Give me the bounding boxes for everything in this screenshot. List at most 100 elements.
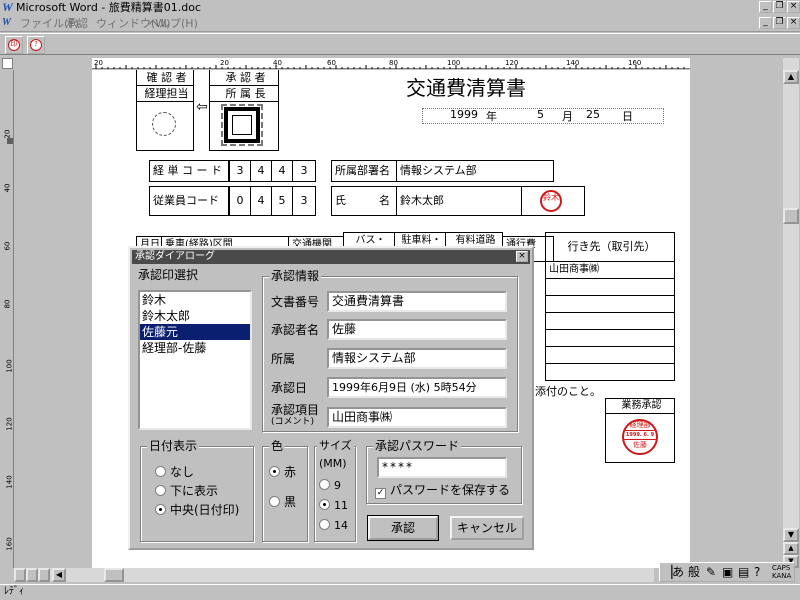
ruler-marker[interactable] [7, 138, 13, 144]
scroll-thumb[interactable] [783, 208, 799, 224]
approve-button[interactable]: 承認 [367, 515, 439, 541]
stamp-option-selected[interactable]: 佐藤元 [140, 324, 250, 340]
window-title: Microsoft Word - 旅費精算書01.doc [16, 1, 202, 14]
doc-close-button[interactable]: × [787, 17, 800, 29]
destination-cell[interactable] [545, 346, 675, 364]
menu-approval[interactable]: 承認 [66, 16, 88, 31]
ime-tool-icon[interactable]: ▣ [722, 563, 733, 581]
dialog-close-button[interactable]: × [516, 251, 528, 262]
layout-view-button[interactable] [26, 568, 38, 582]
name-seal-cell[interactable]: 鈴木 [521, 186, 585, 216]
selected-frame-icon [221, 104, 263, 146]
destination-cell[interactable] [545, 329, 675, 347]
approval-info-group: 承認情報 文書番号 交通費清算書 承認者名 佐藤 所属 情報システム部 承認日 … [262, 269, 518, 432]
doc-number-field[interactable]: 交通費清算書 [327, 291, 507, 312]
save-password-checkbox[interactable]: ✓ パスワードを保存する [375, 483, 510, 499]
vertical-scrollbar[interactable]: ▲ ▼ ▲ ▼ [783, 58, 799, 568]
restore-button[interactable]: ❐ [773, 1, 786, 13]
hscroll-thumb[interactable] [104, 568, 124, 582]
page-margin-gray [14, 70, 92, 568]
ruler-label: 100 [5, 359, 14, 373]
normal-view-button[interactable] [14, 568, 26, 582]
color-black-radio[interactable]: 黒 [269, 495, 296, 509]
destination-cell[interactable] [545, 363, 675, 381]
employee-code-digit[interactable]: 0 [229, 186, 251, 216]
arrow-left-icon: ⇦ [196, 99, 208, 115]
size-9-radio[interactable]: 9 [319, 479, 341, 493]
business-approval-stamp-box[interactable]: 経理部 1999. 6. 9 佐藤 [605, 413, 675, 463]
approver-stamp-box[interactable] [209, 101, 279, 151]
approve-stamp-button[interactable]: 印 [5, 36, 23, 54]
destination-cell[interactable] [545, 278, 675, 296]
approver-name-field[interactable]: 佐藤 [327, 319, 507, 340]
ime-conversion[interactable]: 般 [688, 563, 700, 581]
employee-code-digit[interactable]: 3 [292, 186, 316, 216]
question-stamp-icon: ? [30, 39, 42, 51]
outline-view-button[interactable] [38, 568, 50, 582]
ime-mode[interactable]: あ [672, 563, 684, 581]
destination-cell[interactable]: 山田商事㈱ [545, 261, 675, 279]
ime-help-icon[interactable]: ? [754, 563, 760, 581]
approval-date-label: 承認日 [271, 381, 308, 395]
date-month[interactable]: 5 [537, 108, 544, 121]
verify-stamp-button[interactable]: ? [27, 36, 45, 54]
affiliation-field[interactable]: 情報システム部 [327, 348, 507, 369]
expense-code-digit[interactable]: 3 [292, 160, 316, 182]
ime-toolbar[interactable]: ▕ あ 般 ✎ ▣ ▤ ? CAPS KANA [659, 562, 795, 582]
scroll-up-button[interactable]: ▲ [783, 70, 799, 84]
employee-code-digit[interactable]: 5 [271, 186, 293, 216]
size-14-radio[interactable]: 14 [319, 519, 348, 533]
color-red-radio[interactable]: 赤 [269, 465, 296, 479]
stamp-option[interactable]: 鈴木太郎 [140, 308, 250, 324]
cancel-button[interactable]: キャンセル [450, 516, 524, 540]
name-seal-icon: 鈴木 [540, 190, 562, 212]
doc-minimize-button[interactable]: _ [759, 17, 772, 29]
seal-name: 佐藤 [633, 441, 647, 449]
ime-dict-icon[interactable]: ▤ [738, 563, 749, 581]
stamp-option[interactable]: 鈴木 [140, 292, 250, 308]
status-bar: ﾚﾃﾞｨ [0, 584, 800, 600]
password-field[interactable]: **** [377, 457, 507, 478]
approval-item-field[interactable]: 山田商事㈱ [327, 407, 507, 428]
size-11-radio[interactable]: 11 [319, 499, 348, 513]
horizontal-scrollbar[interactable]: ◀ [14, 568, 654, 582]
dialog-title: 承認ダイアローグ [132, 250, 530, 264]
tab-selector[interactable] [2, 58, 13, 69]
scroll-left-button[interactable]: ◀ [52, 568, 66, 582]
destination-cell[interactable] [545, 295, 675, 313]
doc-icon[interactable]: W [2, 17, 16, 29]
expense-code-digit[interactable]: 4 [271, 160, 293, 182]
expense-code-digit[interactable]: 3 [229, 160, 251, 182]
stamp-listbox[interactable]: 鈴木 鈴木太郎 佐藤元 経理部-佐藤 [138, 290, 252, 430]
minimize-button[interactable]: _ [759, 1, 772, 13]
horizontal-ruler[interactable]: 20 20 40 60 80 100 120 140 160 [92, 58, 690, 69]
vertical-ruler[interactable]: 20 40 60 80 100 120 140 160 [0, 70, 14, 568]
caps-kana-icon[interactable]: CAPS KANA [772, 564, 791, 580]
scroll-down-button[interactable]: ▼ [783, 528, 799, 542]
expense-code-digit[interactable]: 4 [250, 160, 272, 182]
ruler-label: 100 [447, 59, 461, 67]
title-bar: W Microsoft Word - 旅費精算書01.doc _ ❐ × [0, 0, 800, 15]
date-center-radio[interactable]: 中央(日付印) [155, 503, 239, 517]
ruler-label: 60 [3, 241, 12, 251]
ruler-label: 120 [5, 417, 14, 431]
employee-code-digit[interactable]: 4 [250, 186, 272, 216]
prev-page-button[interactable]: ▲ [783, 542, 799, 555]
date-year[interactable]: 1999 [450, 108, 478, 121]
dept-value[interactable]: 情報システム部 [396, 160, 554, 182]
destination-cell[interactable] [545, 312, 675, 330]
ime-grip-icon[interactable]: ▕ [663, 563, 672, 581]
approval-date-field[interactable]: 1999年6月9日 (水) 5時54分 [327, 377, 507, 398]
confirmer-stamp-box[interactable] [136, 101, 194, 151]
year-unit: 年 [486, 110, 497, 123]
date-none-radio[interactable]: なし [155, 465, 194, 479]
ime-pad-icon[interactable]: ✎ [706, 563, 716, 581]
menu-help[interactable]: ヘルプ(H) [148, 16, 198, 31]
date-below-radio[interactable]: 下に表示 [155, 484, 218, 498]
date-day[interactable]: 25 [586, 108, 600, 121]
doc-restore-button[interactable]: ❐ [773, 17, 786, 29]
close-button[interactable]: × [787, 1, 800, 13]
name-value[interactable]: 鈴木太郎 [396, 186, 522, 216]
stamp-option[interactable]: 経理部-佐藤 [140, 340, 250, 356]
word-app-icon[interactable]: W [1, 1, 14, 14]
